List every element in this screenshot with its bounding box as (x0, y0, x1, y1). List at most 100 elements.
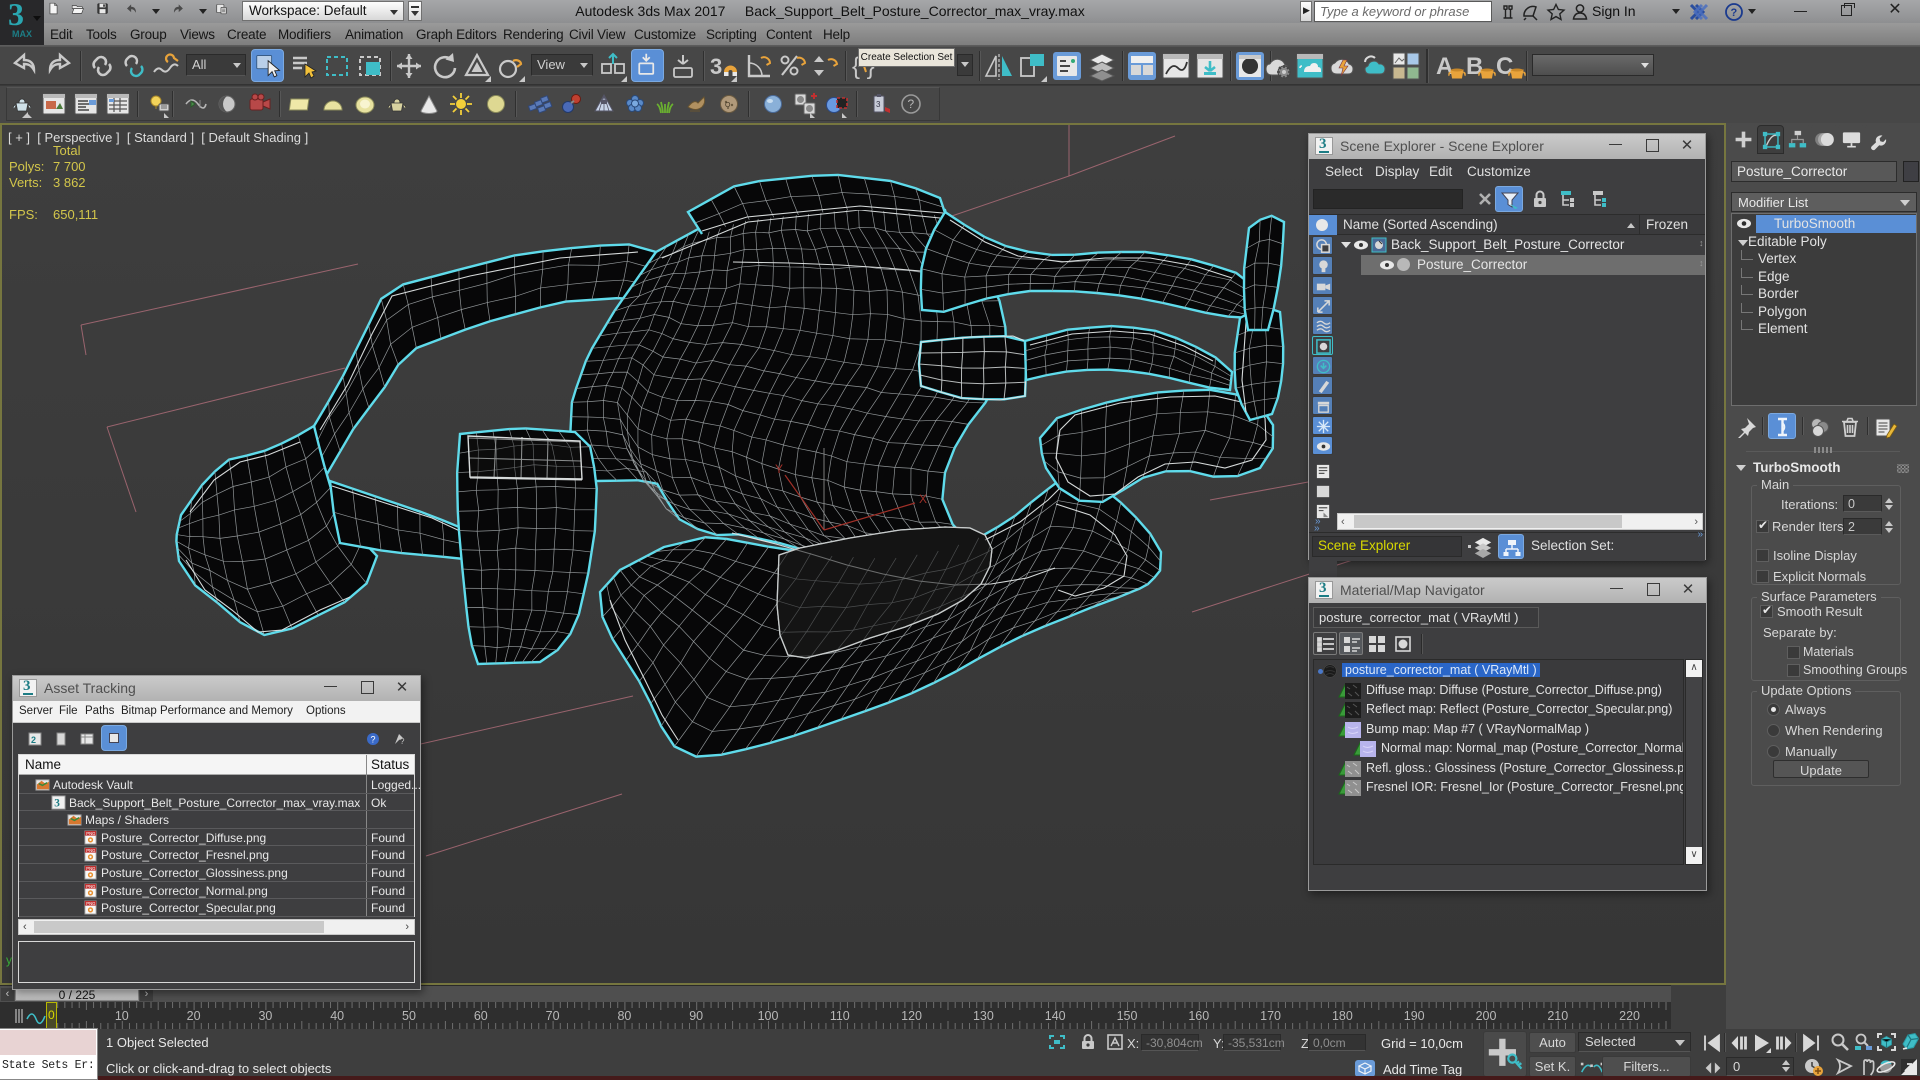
at-help2-icon[interactable]: ? (391, 731, 407, 747)
state-sets-window[interactable]: State Sets Er: (0, 1028, 98, 1080)
select-and-link-button[interactable] (86, 50, 118, 82)
reference-coordinate-combo[interactable]: View (531, 54, 593, 76)
rollout-header[interactable]: TurboSmooth (1729, 457, 1917, 479)
follow-bank-button[interactable] (183, 91, 209, 117)
bird-button[interactable] (684, 91, 710, 117)
go-to-start-icon[interactable] (1702, 1033, 1722, 1053)
at-h-scrollbar[interactable]: ‹› (18, 919, 415, 935)
tab-display[interactable] (1838, 125, 1865, 154)
render-in-cloud-button[interactable] (1358, 50, 1390, 82)
at-row-2[interactable]: Maps / Shaders (19, 811, 414, 829)
se-footer-field[interactable]: Scene Explorer (1312, 536, 1462, 557)
toggle-ribbon-button[interactable] (1126, 50, 1158, 82)
show-end-result-button[interactable] (1768, 413, 1796, 439)
undo-dropdown-arrow[interactable] (152, 9, 160, 14)
selection-lock-icon[interactable] (1080, 1033, 1096, 1051)
object-color-swatch[interactable] (1903, 161, 1919, 182)
selection-filter-combo[interactable]: All (186, 54, 246, 76)
menu-modifiers[interactable]: Modifiers (278, 27, 331, 42)
primitive-disc-button[interactable] (352, 91, 378, 117)
at-scroll-right-arrow[interactable]: › (405, 921, 409, 933)
se-search-input[interactable] (1313, 189, 1463, 209)
at-selected-mode-button[interactable] (101, 725, 127, 751)
redo-toolbar-button[interactable] (44, 50, 76, 82)
modifier-list-dropdown[interactable]: Modifier List (1731, 192, 1917, 212)
schematic-view-button[interactable] (1194, 50, 1226, 82)
window-maximize-button[interactable] (1647, 583, 1660, 596)
se-blank-box-icon-cell[interactable] (1312, 480, 1333, 499)
coord-z-field[interactable]: 0,0cm (1308, 1034, 1366, 1051)
current-frame-marker[interactable]: 0 (46, 1002, 57, 1029)
save-file-button[interactable] (96, 2, 115, 21)
set-key-button[interactable]: Set K. (1529, 1056, 1576, 1077)
se-display-frozen-box-icon-cell[interactable] (1312, 396, 1333, 415)
open-mini-curve-editor-icon[interactable] (14, 1007, 46, 1025)
add-time-tag-label[interactable]: Add Time Tag (1383, 1062, 1462, 1077)
orbit-icon[interactable] (1876, 1057, 1898, 1077)
at-vault-icon[interactable]: 2 (27, 731, 43, 747)
render-table-mini-button[interactable] (105, 91, 131, 117)
window-minimize-button[interactable] (324, 686, 338, 689)
menu-views[interactable]: Views (180, 27, 215, 42)
align-button[interactable] (1017, 50, 1049, 82)
mat-nav-material-field[interactable]: posture_corrector_mat ( VRayMtl ) (1313, 607, 1539, 628)
open-file-button[interactable] (71, 2, 90, 21)
se-menu-display[interactable]: Display (1375, 164, 1419, 179)
primitive-cone-button[interactable] (416, 91, 442, 117)
select-by-name-button[interactable] (287, 50, 319, 82)
window-minimize-button[interactable] (1609, 144, 1623, 147)
iterations-field-spinner[interactable] (1882, 495, 1895, 512)
stack-item-editable-poly[interactable]: Editable Poly (1732, 233, 1916, 251)
at-name-column-header[interactable]: Name (25, 757, 61, 772)
iterations-field[interactable]: 0 (1843, 495, 1882, 512)
help-circle-button[interactable]: ? (898, 91, 924, 117)
se-bottom-chevrons[interactable]: » (1315, 516, 1335, 528)
mat-nav-item-5[interactable]: Refl. gloss.: Glossiness (Posture_Correc… (1314, 760, 1683, 779)
key-filter-set-dropdown[interactable]: Selected (1578, 1032, 1691, 1052)
menu-graph-editors[interactable]: Graph Editors (416, 27, 497, 42)
frame-spin-down[interactable] (1782, 1067, 1790, 1072)
render-elements-button[interactable] (1390, 50, 1422, 82)
at-row-4[interactable]: PNGPosture_Corrector_Fresnel.pngFound (19, 846, 414, 864)
window-maximize-button[interactable] (1646, 139, 1659, 152)
toolbar-options-button[interactable] (408, 1, 422, 21)
at-status-column-header[interactable]: Status (371, 757, 409, 772)
menu-content[interactable]: Content (766, 27, 812, 42)
video-capture-button[interactable] (247, 91, 273, 117)
search-input[interactable]: Type a keyword or phrase (1314, 1, 1492, 22)
smooth-result-checkbox[interactable]: ✔ (1760, 605, 1773, 618)
se-menu-select[interactable]: Select (1325, 164, 1363, 179)
menu-scripting[interactable]: Scripting (706, 27, 757, 42)
window-close-button[interactable]: ✕ (392, 678, 412, 698)
mat-nav-item-2[interactable]: Reflect map: Reflect (Posture_Corrector_… (1314, 701, 1683, 720)
menu-help[interactable]: Help (823, 27, 850, 42)
mat-nav-item-6[interactable]: Fresnel IOR: Fresnel_Ior (Posture_Correc… (1314, 779, 1683, 798)
se-flat-list-icon[interactable] (1591, 189, 1613, 209)
auto-key-button[interactable]: Auto (1529, 1032, 1576, 1053)
se-display-bones-icon-cell[interactable] (1312, 356, 1333, 375)
mat-nav-item-3[interactable]: Bump map: Map #7 ( VRayNormalMap ) (1314, 721, 1683, 740)
mirror-button[interactable] (983, 50, 1015, 82)
communication-center-icon[interactable] (1520, 2, 1540, 22)
go-to-end-icon[interactable] (1801, 1033, 1821, 1053)
se-scroll-left-arrow[interactable]: ‹ (1341, 516, 1345, 528)
explicit-normals-checkbox[interactable] (1756, 570, 1769, 583)
adaptive-degradation-icon[interactable] (1835, 1057, 1857, 1077)
stack-item-vertex[interactable]: Vertex (1732, 250, 1916, 268)
se-row-eye-icon[interactable] (1379, 259, 1395, 271)
se-scroll-thumb[interactable] (1354, 515, 1622, 528)
window-title-bar[interactable]: 3Material/Map Navigator✕ (1309, 578, 1706, 603)
angle-snap-toggle-button[interactable] (741, 50, 773, 82)
manually-radio[interactable] (1767, 745, 1780, 758)
coord-x-field[interactable]: -30,804cm (1141, 1034, 1199, 1051)
camera-pyramid-button[interactable] (591, 91, 617, 117)
stack-expand-arrow[interactable] (1738, 240, 1748, 246)
pin-stack-icon[interactable] (1736, 416, 1758, 438)
se-name-column-header[interactable]: Name (Sorted Ascending) (1343, 217, 1498, 232)
absolute-mode-icon[interactable] (1106, 1033, 1126, 1051)
toggle-scene-explorer-button[interactable] (1051, 50, 1083, 82)
se-display-shapes-icon-cell[interactable] (1312, 236, 1333, 255)
keyboard-shortcut-override-button[interactable] (667, 50, 699, 82)
se-menu-edit[interactable]: Edit (1429, 164, 1452, 179)
se-frozen-column-header[interactable]: Frozen (1646, 217, 1688, 232)
